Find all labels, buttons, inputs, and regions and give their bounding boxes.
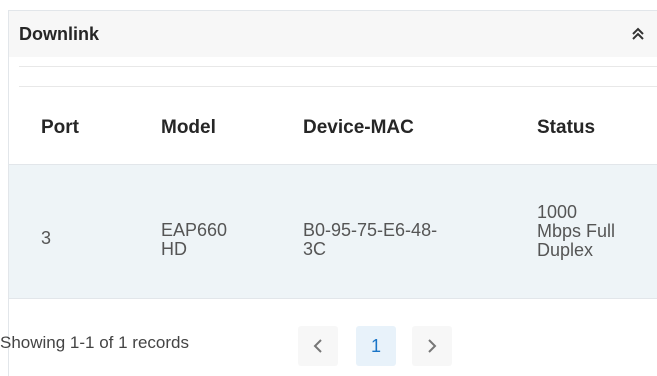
pagination-summary: Showing 1-1 of 1 records (0, 333, 189, 352)
chevron-left-icon (313, 339, 322, 353)
cell-model-line1: EAP660 (161, 220, 228, 240)
cell-status-line2: Mbps Full (537, 221, 616, 241)
divider (19, 86, 657, 87)
cell-mac-line2: 3C (303, 239, 327, 259)
double-chevron-up-icon (632, 27, 644, 40)
next-page-button[interactable] (412, 326, 452, 366)
collapse-button[interactable] (629, 25, 647, 43)
chevron-right-icon (428, 339, 437, 353)
downlink-panel: Downlink Port Model Device-MAC Status 3 … (8, 10, 657, 376)
page-number: 1 (370, 335, 381, 356)
cell-status-line3: Duplex (537, 240, 594, 260)
cell-model-line2: HD (161, 239, 187, 259)
cell-port-value: 3 (41, 228, 52, 248)
cell-port: 3 (41, 229, 51, 248)
column-header-device-mac: Device-MAC (303, 117, 414, 138)
prev-page-button[interactable] (298, 326, 338, 366)
panel-header: Downlink (9, 11, 657, 57)
cell-status-line1: 1000 (537, 202, 578, 222)
table-row[interactable]: 3 EAP660 HD B0-95-75-E6-48- 3C 1000 Mbps… (9, 165, 657, 299)
cell-device-mac: B0-95-75-E6-48- 3C (303, 221, 437, 259)
column-header-status: Status (537, 117, 596, 138)
divider (19, 66, 657, 67)
column-header-model: Model (161, 117, 216, 138)
page-button-current[interactable]: 1 (356, 326, 396, 366)
divider (9, 298, 657, 299)
cell-mac-line1: B0-95-75-E6-48- (303, 220, 438, 240)
panel-title: Downlink (19, 24, 99, 44)
cell-status: 1000 Mbps Full Duplex (537, 203, 615, 260)
column-header-port: Port (41, 117, 79, 138)
cell-model: EAP660 HD (161, 221, 227, 259)
